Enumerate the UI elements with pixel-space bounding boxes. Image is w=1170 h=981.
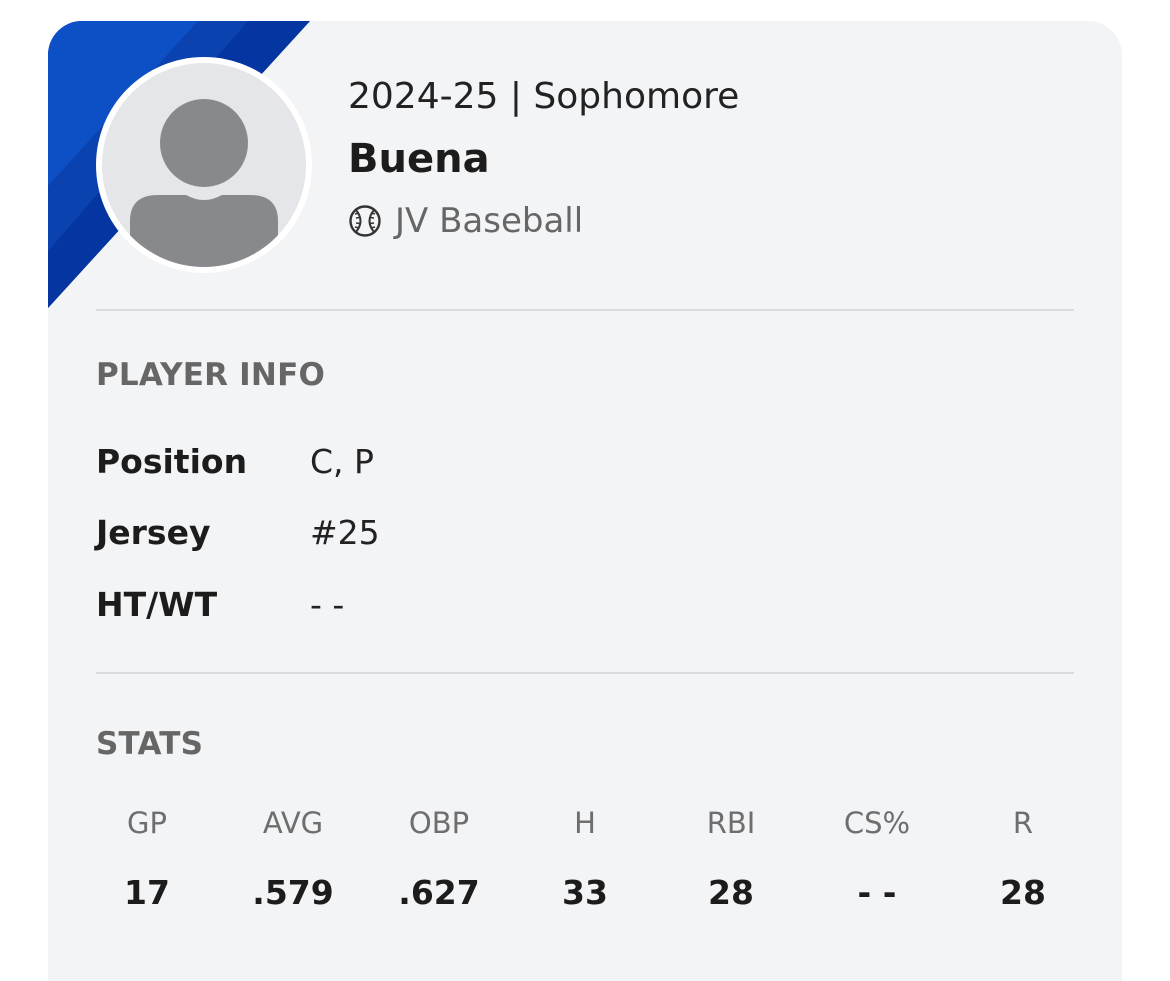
info-value: #25 [310,512,380,552]
stat-label: RBI [706,806,756,840]
stat-cs-percent: CS% - - [804,803,950,915]
info-row-jersey: Jersey #25 [96,510,380,554]
avatar [96,57,312,273]
stat-runs: R 28 [950,803,1096,915]
stat-label: AVG [262,806,324,840]
stat-value: 33 [562,873,608,912]
info-value: - - [310,584,345,624]
stat-value: 28 [708,873,754,912]
player-card: 2024-25 | Sophomore Buena JV Baseball PL… [48,21,1122,981]
stat-value: - - [857,873,897,912]
info-label: Position [96,441,248,481]
info-value: C, P [310,441,374,481]
player-header: 2024-25 | Sophomore Buena JV Baseball [348,71,739,243]
season-grade: 2024-25 | Sophomore [348,76,740,117]
info-row-height-weight: HT/WT - - [96,582,344,626]
school-name: Buena [348,136,490,182]
person-placeholder-icon [102,63,306,267]
stat-avg: AVG .579 [220,803,366,915]
team-label: JV Baseball [395,201,584,241]
info-row-position: Position C, P [96,439,374,483]
stat-obp: OBP .627 [366,803,512,915]
stat-label: OBP [408,806,470,840]
divider [96,672,1074,674]
stat-label: R [1012,806,1034,840]
stat-value: 17 [124,873,170,912]
stat-label: CS% [843,806,911,840]
stat-rbi: RBI 28 [658,803,804,915]
stat-hits: H 33 [512,803,658,915]
divider [96,309,1074,311]
stats-title: STATS [96,726,204,762]
stats-grid: GP 17 AVG .579 OBP .627 H 33 RBI 28 CS% … [74,803,1096,915]
stat-gp: GP 17 [74,803,220,915]
stat-value: .627 [398,873,480,912]
info-label: HT/WT [96,584,218,624]
player-info-title: PLAYER INFO [96,357,325,393]
stat-label: GP [127,806,167,840]
stat-label: H [574,806,596,840]
team-line: JV Baseball [348,199,739,243]
info-label: Jersey [96,512,211,552]
stat-value: .579 [252,873,334,912]
baseball-icon [348,204,382,238]
stat-value: 28 [1000,873,1046,912]
